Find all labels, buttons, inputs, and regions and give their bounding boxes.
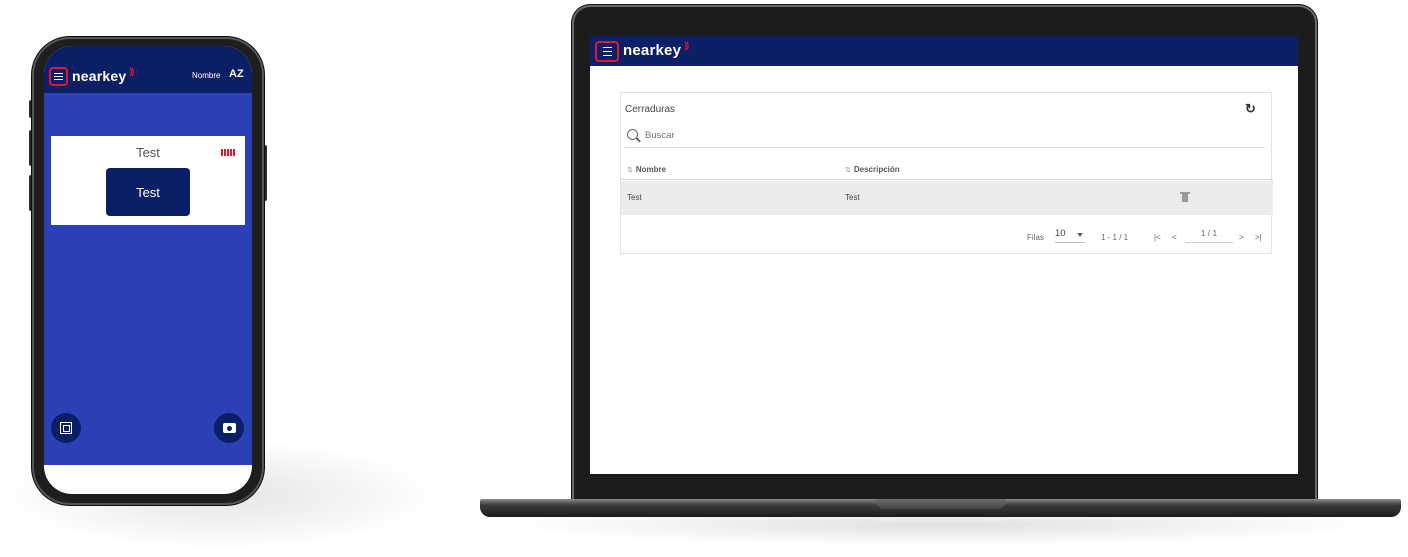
chevron-down-icon (1077, 233, 1083, 237)
page-range: 1 - 1 / 1 (1101, 233, 1129, 242)
cell-nombre: Test (627, 193, 642, 202)
sort-icon: ⇅ (845, 167, 851, 174)
locks-table-card: Cerraduras ↻ ⇅Nombre ⇅Descripción Test T… (620, 92, 1273, 254)
header-divider (621, 179, 1273, 180)
column-header-descripcion[interactable]: ⇅ Descripción (845, 165, 900, 174)
sort-by-label[interactable]: Nombre (192, 71, 220, 80)
camera-icon (222, 423, 236, 433)
laptop-screen: nearkey)) Cerraduras ↻ ⇅Nombre ⇅Descripc… (590, 36, 1298, 474)
qr-code-icon (60, 422, 72, 434)
next-page-button[interactable]: > (1239, 233, 1244, 242)
cell-descripcion: Test (845, 193, 860, 202)
column-header-nombre[interactable]: ⇅ Nombre (627, 165, 666, 174)
brand-logo: nearkey)) (623, 40, 689, 59)
signal-waves-icon: )) (684, 40, 689, 50)
lock-name: Test (136, 145, 160, 160)
table-row[interactable]: Test Test (621, 181, 1273, 215)
menu-icon[interactable] (595, 41, 619, 62)
signal-waves-icon: )) (129, 66, 134, 76)
search-input[interactable] (645, 127, 945, 143)
mobile-header: nearkey)) Nombre AZ (44, 46, 252, 93)
camera-button[interactable] (214, 413, 244, 443)
page-input[interactable]: 1 / 1 (1185, 228, 1233, 243)
brand-logo: nearkey)) (72, 66, 134, 84)
search-bar (625, 127, 1265, 148)
last-page-button[interactable]: >| (1255, 233, 1262, 242)
card-title: Cerraduras (625, 104, 676, 115)
lock-card: Test Test (51, 136, 245, 225)
desktop-header: nearkey)) (590, 36, 1298, 66)
open-lock-button[interactable]: Test (106, 168, 190, 216)
sort-az-icon[interactable]: AZ (229, 68, 244, 80)
qr-scan-button[interactable] (51, 413, 81, 443)
refresh-icon[interactable]: ↻ (1245, 101, 1256, 117)
rows-label: Filas (1027, 233, 1044, 242)
first-page-button[interactable]: |< (1154, 233, 1161, 242)
rows-per-page-select[interactable]: 10 (1055, 228, 1085, 243)
sort-icon: ⇅ (627, 167, 633, 174)
laptop-notch (876, 499, 1006, 509)
prev-page-button[interactable]: < (1172, 233, 1177, 242)
phone-screen: nearkey)) Nombre AZ Test Test (44, 46, 252, 494)
battery-icon (221, 149, 237, 156)
search-icon-handle (636, 137, 641, 143)
trash-icon[interactable] (1180, 192, 1190, 202)
menu-icon[interactable] (49, 67, 68, 86)
